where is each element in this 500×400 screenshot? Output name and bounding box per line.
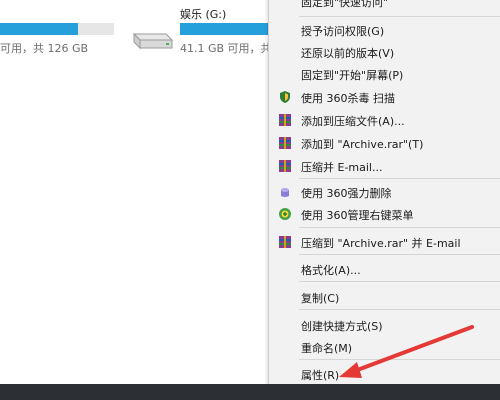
menu-separator [299,227,500,228]
menu-item-label: 创建快捷方式(S) [301,320,383,333]
menu-item-label: 授予访问权限(G) [301,25,385,38]
menu-separator [299,281,500,282]
winrar-archive-icon [278,235,292,249]
menu-item-properties[interactable]: 属性(R) [269,364,500,384]
menu-item-restore-previous-versions[interactable]: 还原以前的版本(V) [269,42,500,62]
menu-item-label: 格式化(A)... [301,264,361,277]
menu-item-format[interactable]: 格式化(A)... [269,259,500,279]
menu-item-label: 固定到"快速访问" [301,0,389,9]
menu-item-rename[interactable]: 重命名(M) [269,337,500,357]
360-antivirus-shield-icon [278,90,292,104]
drive-g-name[interactable]: 娱乐 (G:) [180,6,226,22]
drive-g-usage-bar [180,23,270,35]
menu-item-label: 复制(C) [301,292,340,305]
drive-c-usage-bar [0,23,114,35]
menu-item-label: 属性(R) [301,369,340,382]
menu-item-360-force-delete[interactable]: 使用 360强力删除 [269,182,500,202]
winrar-archive-icon [278,136,292,150]
hard-drive-icon[interactable] [130,28,174,52]
drive-c-usage-fill [0,23,78,35]
menu-item-360-scan[interactable]: 使用 360杀毒 扫描 [269,87,500,107]
menu-item-add-to-archive[interactable]: 添加到压缩文件(A)... [269,110,500,130]
drive-c-space-info: 可用，共 126 GB [0,42,89,55]
menu-item-create-shortcut[interactable]: 创建快捷方式(S) [269,315,500,335]
menu-item-label: 添加到 "Archive.rar"(T) [301,138,424,151]
menu-item-compress-and-email[interactable]: 压缩并 E-mail... [269,156,500,176]
menu-item-compress-to-rar-and-email[interactable]: 压缩到 "Archive.rar" 并 E-mail [269,232,500,252]
menu-item-label: 添加到压缩文件(A)... [301,115,405,128]
menu-item-pin-to-start[interactable]: 固定到"开始"屏幕(P) [269,64,500,84]
menu-item-360-manage-context-menu[interactable]: 使用 360管理右键菜单 [269,204,500,224]
menu-item-label: 还原以前的版本(V) [301,47,395,60]
menu-separator [299,309,500,310]
menu-item-label: 重命名(M) [301,342,353,355]
menu-item-add-to-archive-rar[interactable]: 添加到 "Archive.rar"(T) [269,133,500,153]
menu-separator [299,254,500,255]
360-menu-manager-icon [278,207,292,221]
menu-separator [299,359,500,360]
menu-item-label: 压缩到 "Archive.rar" 并 E-mail [301,237,461,250]
menu-item-label: 使用 360杀毒 扫描 [301,92,395,105]
winrar-archive-icon [278,113,292,127]
menu-item-label: 使用 360强力删除 [301,187,392,200]
menu-item-copy[interactable]: 复制(C) [269,287,500,307]
menu-item-grant-access[interactable]: 授予访问权限(G) [269,20,500,40]
360-force-delete-icon [278,185,292,199]
menu-item-label: 固定到"开始"屏幕(P) [301,69,404,82]
menu-item-pin-quick-access[interactable]: 固定到"快速访问" [269,0,500,11]
menu-item-label: 使用 360管理右键菜单 [301,209,414,222]
menu-item-label: 压缩并 E-mail... [301,161,383,174]
menu-separator [299,16,500,17]
drive-g-space-info: 41.1 GB 可用，共 [180,42,268,55]
menu-separator [299,178,500,179]
taskbar [0,384,500,400]
context-menu: 固定到"快速访问" 授予访问权限(G) 还原以前的版本(V) 固定到"开始"屏幕… [268,0,500,388]
winrar-archive-icon [278,159,292,173]
